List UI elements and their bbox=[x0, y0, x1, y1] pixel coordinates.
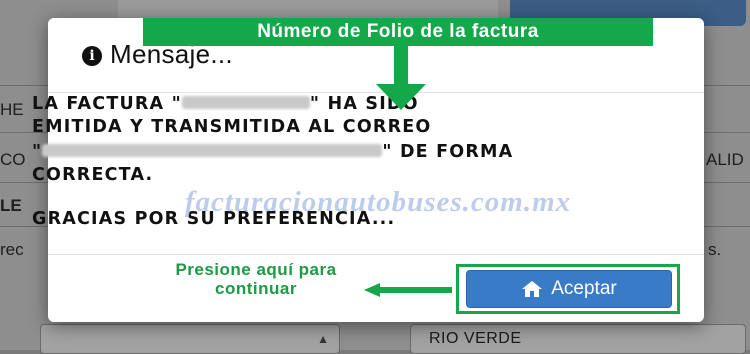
info-icon: i bbox=[82, 46, 102, 66]
message-line: " " DE FORMA bbox=[32, 139, 622, 163]
message-line: LA FACTURA " " HA SIDO bbox=[32, 91, 622, 115]
background-label: rec bbox=[0, 240, 24, 259]
message-line: CORRECTA. bbox=[32, 163, 622, 187]
message-text: " DE FORMA bbox=[382, 142, 514, 162]
folio-callout: Número de Folio de la factura bbox=[143, 18, 653, 46]
accept-button-label: Aceptar bbox=[551, 278, 617, 299]
press-here-annotation: Presione aquí para continuar bbox=[175, 260, 337, 298]
select-value: RIO VERDE bbox=[429, 330, 522, 347]
message-text: EMITIDA Y TRANSMITIDA AL CORREO bbox=[32, 117, 432, 137]
background-label: LE bbox=[0, 196, 22, 215]
home-icon bbox=[522, 281, 543, 297]
arrow-down-icon bbox=[376, 46, 426, 110]
background-label: HE bbox=[0, 100, 24, 119]
arrow-left-icon bbox=[364, 283, 452, 297]
message-line: EMITIDA Y TRANSMITIDA AL CORREO bbox=[32, 115, 622, 139]
background-label: ALID bbox=[706, 150, 744, 169]
background-label: CO bbox=[0, 150, 26, 169]
message-text: " bbox=[32, 142, 43, 162]
message-text: LA FACTURA " bbox=[32, 94, 182, 114]
select-arrow-icon: ▲︎ bbox=[317, 332, 329, 346]
message-text: CORRECTA. bbox=[32, 165, 154, 185]
redacted-email bbox=[42, 144, 383, 157]
watermark: facturacionautobuses.com.mx bbox=[184, 186, 572, 218]
accept-button[interactable]: Aceptar bbox=[466, 270, 672, 308]
background-label: s. bbox=[708, 240, 722, 259]
redacted-folio bbox=[181, 96, 310, 109]
